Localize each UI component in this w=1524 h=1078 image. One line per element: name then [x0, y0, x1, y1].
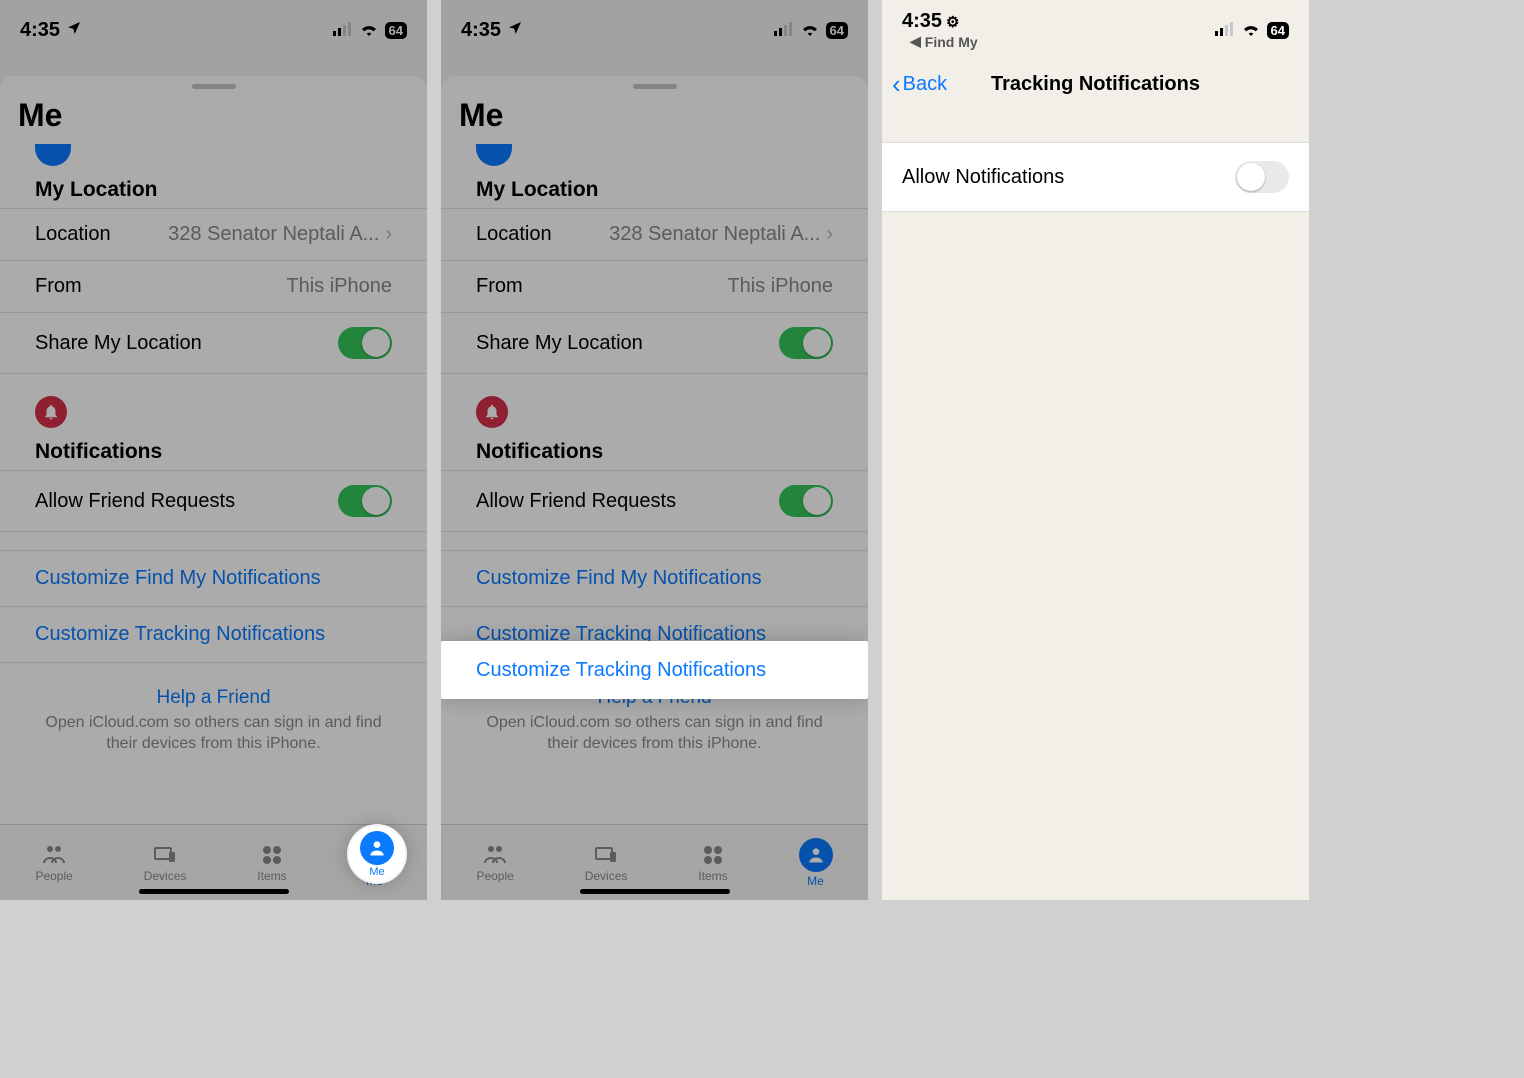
highlight-customize-tracking[interactable]: Customize Tracking Notifications — [441, 641, 868, 699]
me-tab-icon — [360, 831, 394, 865]
battery-icon: 64 — [385, 22, 407, 39]
link-customize-findmy[interactable]: Customize Find My Notifications — [0, 550, 427, 606]
cellular-signal-icon — [1215, 19, 1235, 42]
bell-icon — [476, 396, 508, 428]
row-share-location: Share My Location — [441, 312, 868, 374]
share-location-toggle[interactable] — [779, 327, 833, 359]
nav-bar: ‹ Back Tracking Notifications — [882, 60, 1309, 108]
row-allow-notifications: Allow Notifications — [882, 142, 1309, 212]
link-customize-findmy[interactable]: Customize Find My Notifications — [441, 550, 868, 606]
row-allow-friend-requests: Allow Friend Requests — [441, 470, 868, 532]
wifi-icon — [1241, 19, 1261, 42]
section-my-location: My Location — [0, 166, 427, 208]
chevron-right-icon: › — [826, 223, 833, 246]
me-tab-icon — [799, 838, 833, 872]
status-bar: 4:35 ⚙ ◀ Find My 64 — [882, 0, 1309, 60]
section-notifications: Notifications — [0, 428, 427, 470]
sheet-title: Me — [0, 95, 427, 144]
status-time: 4:35 — [20, 19, 60, 42]
share-location-toggle[interactable] — [338, 327, 392, 359]
tab-people[interactable]: People — [476, 843, 513, 883]
home-indicator[interactable] — [139, 889, 289, 894]
row-location[interactable]: Location 328 Senator Neptali A... › — [441, 208, 868, 260]
location-services-icon — [507, 19, 523, 42]
tab-devices[interactable]: Devices — [144, 843, 187, 883]
screenshot-1-me-tab: 4:35 64 Me My Location Location 328 Sen — [0, 0, 427, 900]
tab-items[interactable]: Items — [257, 843, 286, 883]
battery-icon: 64 — [1267, 22, 1289, 39]
row-from[interactable]: From This iPhone — [0, 260, 427, 312]
status-bar: 4:35 64 — [441, 0, 868, 60]
tab-people[interactable]: People — [35, 843, 72, 883]
tab-items[interactable]: Items — [698, 843, 727, 883]
highlight-customize-tracking-label: Customize Tracking Notifications — [476, 659, 766, 682]
tab-me[interactable]: Me — [799, 838, 833, 888]
cellular-signal-icon — [333, 19, 353, 42]
location-services-icon — [66, 19, 82, 42]
help-a-friend-desc: Open iCloud.com so others can sign in an… — [30, 713, 397, 755]
help-a-friend-title: Help a Friend — [30, 687, 397, 709]
cellular-signal-icon — [774, 19, 794, 42]
nav-back-button[interactable]: ‹ Back — [892, 73, 947, 96]
home-indicator[interactable] — [580, 889, 730, 894]
back-to-app-button[interactable]: ◀ Find My — [902, 33, 978, 50]
status-bar: 4:35 64 — [0, 0, 427, 60]
nav-title: Tracking Notifications — [991, 73, 1200, 96]
row-allow-notifications-label: Allow Notifications — [902, 166, 1064, 189]
help-a-friend-block[interactable]: Help a Friend Open iCloud.com so others … — [0, 663, 427, 765]
screenshot-3-tracking-settings: 4:35 ⚙ ◀ Find My 64 ‹ Back Tracking Not — [882, 0, 1309, 900]
sheet-grabber[interactable] — [633, 84, 677, 89]
row-share-location: Share My Location — [0, 312, 427, 374]
row-friend-requests-label: Allow Friend Requests — [35, 490, 235, 513]
allow-friend-requests-toggle[interactable] — [338, 485, 392, 517]
screenshot-2-tracking-link: 4:35 64 Me My Location Location 328 Sena… — [441, 0, 868, 900]
status-time: 4:35 — [902, 10, 942, 33]
link-customize-tracking[interactable]: Customize Tracking Notifications — [0, 606, 427, 663]
section-notifications: Notifications — [441, 428, 868, 470]
orientation-lock-icon: ⚙ — [946, 13, 959, 31]
row-location-value: 328 Senator Neptali A... — [168, 223, 379, 246]
profile-decor-icon — [476, 144, 512, 166]
battery-icon: 64 — [826, 22, 848, 39]
row-share-label: Share My Location — [35, 332, 202, 355]
sheet-grabber[interactable] — [192, 84, 236, 89]
bell-icon — [35, 396, 67, 428]
me-sheet: Me My Location Location 328 Senator Nept… — [0, 76, 427, 900]
settings-list: Allow Notifications — [882, 142, 1309, 212]
row-from[interactable]: From This iPhone — [441, 260, 868, 312]
status-time: 4:35 — [461, 19, 501, 42]
wifi-icon — [359, 19, 379, 42]
wifi-icon — [800, 19, 820, 42]
section-my-location: My Location — [441, 166, 868, 208]
row-allow-friend-requests: Allow Friend Requests — [0, 470, 427, 532]
row-location[interactable]: Location 328 Senator Neptali A... › — [0, 208, 427, 260]
row-from-value: This iPhone — [286, 275, 392, 298]
tab-devices[interactable]: Devices — [585, 843, 628, 883]
profile-decor-icon — [35, 144, 71, 166]
chevron-right-icon: › — [385, 223, 392, 246]
sheet-title: Me — [441, 95, 868, 144]
highlight-me-tab: Me — [349, 826, 405, 882]
back-caret-icon: ◀ — [910, 33, 921, 50]
allow-notifications-toggle[interactable] — [1235, 161, 1289, 193]
me-sheet: Me My Location Location 328 Senator Nept… — [441, 76, 868, 900]
row-location-label: Location — [35, 223, 111, 246]
row-from-label: From — [35, 275, 82, 298]
allow-friend-requests-toggle[interactable] — [779, 485, 833, 517]
highlight-me-label: Me — [369, 866, 384, 878]
